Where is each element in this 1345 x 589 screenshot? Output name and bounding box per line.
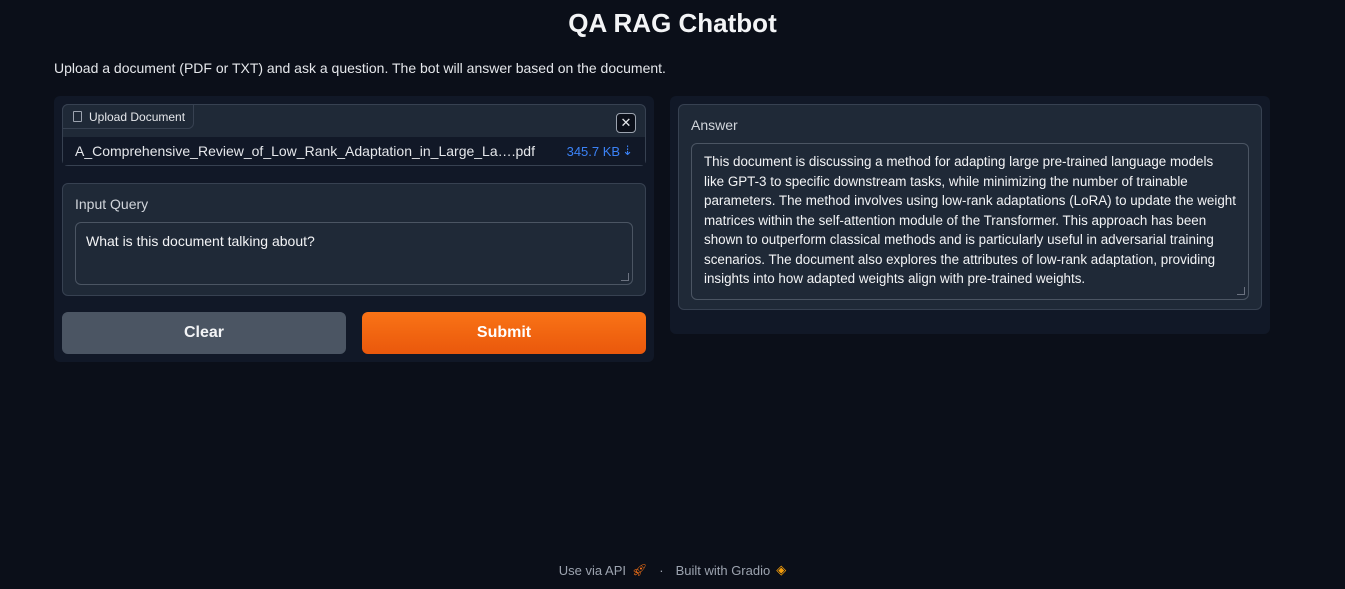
footer: Use via API 🚀︎ · Built with Gradio ◈	[0, 562, 1345, 578]
uploaded-file-row: A_Comprehensive_Review_of_Low_Rank_Adapt…	[63, 137, 645, 165]
answer-block: Answer This document is discussing a met…	[678, 104, 1262, 310]
use-via-api-label: Use via API	[558, 562, 626, 578]
built-with-gradio-link[interactable]: Built with Gradio ◈	[676, 562, 787, 578]
upload-label: Upload Document	[62, 104, 195, 129]
upload-document-block[interactable]: Upload Document ✕ A_Comprehensive_Review…	[62, 104, 646, 166]
input-query-label: Input Query	[75, 196, 149, 212]
answer-field[interactable]: This document is discussing a method for…	[691, 143, 1249, 300]
remove-file-button[interactable]: ✕	[616, 113, 636, 133]
input-column: Upload Document ✕ A_Comprehensive_Review…	[54, 96, 654, 362]
output-column: Answer This document is discussing a met…	[670, 96, 1270, 334]
page-description: Upload a document (PDF or TXT) and ask a…	[54, 60, 666, 76]
resize-handle-icon[interactable]	[1237, 287, 1245, 295]
clear-button[interactable]: Clear	[62, 312, 346, 354]
input-query-field[interactable]: What is this document talking about?	[75, 222, 633, 285]
submit-button[interactable]: Submit	[362, 312, 646, 354]
footer-separator: ·	[659, 562, 664, 578]
built-with-label: Built with Gradio	[675, 562, 771, 578]
use-via-api-link[interactable]: Use via API 🚀︎	[559, 563, 647, 578]
answer-label: Answer	[691, 117, 738, 133]
page-title: QA RAG Chatbot	[568, 8, 777, 38]
download-icon: ⇣	[622, 143, 633, 158]
file-icon	[73, 111, 82, 122]
upload-label-text: Upload Document	[89, 109, 186, 124]
file-name: A_Comprehensive_Review_of_Low_Rank_Adapt…	[75, 143, 535, 159]
resize-handle-icon[interactable]	[621, 273, 629, 281]
input-query-block: Input Query What is this document talkin…	[62, 183, 646, 296]
rocket-icon: 🚀︎	[631, 563, 648, 577]
file-download-link[interactable]: 345.7 KB ⇣	[567, 143, 633, 159]
gradio-logo-icon: ◈	[776, 562, 787, 577]
file-size: 345.7 KB	[566, 143, 621, 159]
